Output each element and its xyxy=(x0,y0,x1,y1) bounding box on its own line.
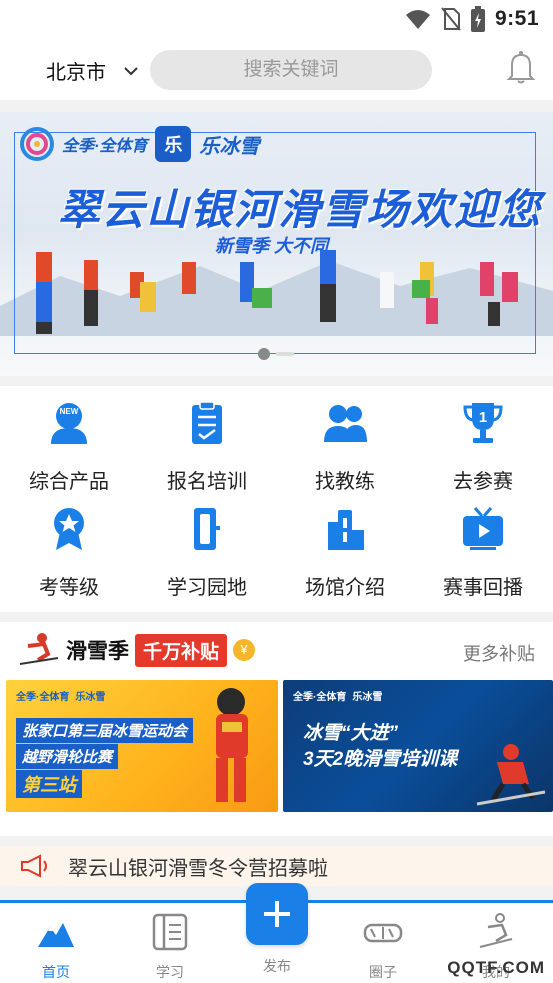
chevron-down-icon xyxy=(124,66,138,75)
no-sim-icon xyxy=(441,7,461,31)
carousel-dot-active xyxy=(258,348,270,360)
svg-text:1: 1 xyxy=(479,409,487,426)
skier-logo-icon xyxy=(19,633,59,665)
card-brand-row: 全季·全体育 乐冰雪 xyxy=(293,688,382,703)
menu-item-label: 考等级 xyxy=(39,577,99,599)
top-header: 北京市 搜索关键词 xyxy=(0,38,553,100)
goggles-icon xyxy=(363,923,403,943)
plus-icon xyxy=(264,901,290,927)
notice-text: 翠云山银河滑雪冬令营招募啦 xyxy=(68,857,328,880)
status-time: 9:51 xyxy=(494,7,539,30)
more-subsidies-link[interactable]: 更多补贴 xyxy=(463,640,535,666)
trophy-icon: 1 xyxy=(463,403,503,443)
medal-star-icon xyxy=(54,508,84,550)
feature-menu: NEW 综合产品 报名培训 找教练 1 去参赛 考等级 学习园地 场馆介绍 赛事… xyxy=(0,386,553,612)
card-brand: 乐冰雪 xyxy=(352,692,383,703)
promo-card-ski-training[interactable]: 全季·全体育 乐冰雪 冰雪“大进” 3天2晚滑雪培训课 xyxy=(283,680,553,812)
city-label: 北京市 xyxy=(46,62,106,84)
publish-button[interactable] xyxy=(246,883,308,945)
menu-item-label: 场馆介绍 xyxy=(305,577,385,599)
battery-icon xyxy=(470,6,485,32)
card-brand-row: 全季·全体育 乐冰雪 xyxy=(16,688,105,703)
menu-item-grade-exam[interactable]: 考等级 xyxy=(0,506,138,600)
tab-circle[interactable]: 圈子 xyxy=(328,913,438,982)
tab-learn[interactable]: 学习 xyxy=(115,913,225,982)
card-tagline: 全季·全体育 xyxy=(293,692,347,703)
subsidy-section: 滑雪季 千万补贴 ¥ 更多补贴 全季·全体育 乐冰雪 张家口第三届冰雪运动会 越… xyxy=(0,622,553,836)
menu-item-compete[interactable]: 1 去参赛 xyxy=(414,400,552,494)
skiers-illustration xyxy=(36,250,518,334)
tab-label: 圈子 xyxy=(369,964,397,980)
svg-text:NEW: NEW xyxy=(60,407,79,416)
card-headline: 冰雪“大进” xyxy=(303,723,399,744)
tab-label: 学习 xyxy=(156,964,184,980)
athlete-illustration xyxy=(216,688,248,802)
menu-item-label: 报名培训 xyxy=(167,471,247,493)
subsidy-header: 滑雪季 千万补贴 ¥ xyxy=(18,632,256,668)
status-bar: 9:51 xyxy=(0,0,553,38)
menu-item-label: 找教练 xyxy=(315,471,375,493)
card-headline: 张家口第三届冰雪运动会 xyxy=(16,718,194,743)
menu-item-learning-garden[interactable]: 学习园地 xyxy=(138,506,276,600)
search-input[interactable]: 搜索关键词 xyxy=(150,50,432,90)
card-brand: 乐冰雪 xyxy=(75,692,106,703)
notebook-icon xyxy=(152,913,188,951)
status-icons: 9:51 xyxy=(405,6,539,32)
building-icon xyxy=(328,510,364,550)
menu-item-label: 赛事回播 xyxy=(443,577,523,599)
card-stage: 第三站 xyxy=(16,770,82,798)
menu-item-label: 去参赛 xyxy=(453,471,513,493)
new-badge-person-icon: NEW xyxy=(51,403,87,444)
tv-play-icon xyxy=(463,507,503,550)
promo-card-roller-ski[interactable]: 全季·全体育 乐冰雪 张家口第三届冰雪运动会 越野滑轮比赛 第三站 xyxy=(6,680,278,812)
watermark: QQTF.COM xyxy=(447,958,545,977)
wifi-icon xyxy=(405,10,430,29)
carousel-dot xyxy=(276,352,294,356)
notice-bar[interactable]: 翠云山银河滑雪冬令营招募啦 xyxy=(0,846,553,886)
menu-item-products[interactable]: NEW 综合产品 xyxy=(0,400,138,494)
skier-illustration xyxy=(476,744,546,806)
menu-item-label: 综合产品 xyxy=(29,471,109,493)
tab-home[interactable]: 首页 xyxy=(1,913,111,982)
menu-item-find-coach[interactable]: 找教练 xyxy=(276,400,414,494)
banner-carousel[interactable]: 全季·全体育 乐 乐冰雪 翠云山银河滑雪场欢迎您 新雪季 大不同 xyxy=(0,112,553,376)
tab-label: 首页 xyxy=(42,964,70,980)
mountain-icon xyxy=(38,923,74,947)
card-subline: 越野滑轮比赛 xyxy=(16,744,119,769)
app-screen: 9:51 北京市 搜索关键词 全季·全体育 乐 乐冰雪 翠云山银河滑雪场欢迎您 … xyxy=(0,0,553,983)
menu-item-signup-training[interactable]: 报名培训 xyxy=(138,400,276,494)
card-subline: 3天2晚滑雪培训课 xyxy=(303,749,458,770)
menu-item-label: 学习园地 xyxy=(167,577,247,599)
subsidy-badge: 千万补贴 xyxy=(135,633,228,667)
menu-item-replay[interactable]: 赛事回播 xyxy=(414,506,552,600)
skier-icon xyxy=(479,913,513,948)
card-tagline: 全季·全体育 xyxy=(16,692,70,703)
bell-icon[interactable] xyxy=(506,50,536,84)
people-icon xyxy=(324,405,367,442)
publish-label: 发布 xyxy=(263,958,291,974)
menu-item-venue-intro[interactable]: 场馆介绍 xyxy=(276,506,414,600)
clipboard-check-icon xyxy=(192,401,222,444)
megaphone-icon xyxy=(21,854,47,878)
city-selector[interactable]: 北京市 xyxy=(46,56,138,85)
coin-icon: ¥ xyxy=(233,639,256,661)
door-icon xyxy=(194,508,220,550)
subsidy-title: 滑雪季 xyxy=(66,640,129,663)
carousel-indicator xyxy=(258,348,294,360)
